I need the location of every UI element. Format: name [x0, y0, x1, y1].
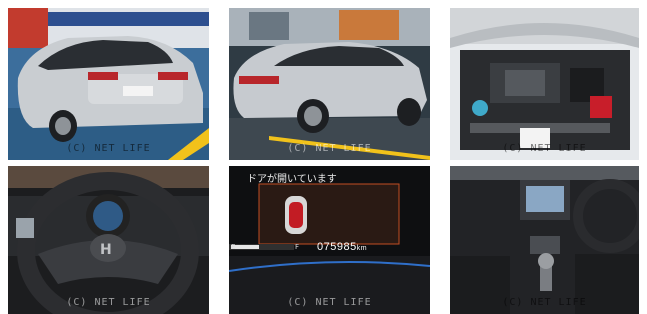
- fuel-empty-label: E: [231, 243, 236, 251]
- photo-car-rear-left[interactable]: (C) NET LIFE: [8, 8, 209, 160]
- photo-gallery: (C) NET LIFE (C) NET LIFE (C) NET LIFE H…: [0, 0, 647, 314]
- photo-car-rear-side[interactable]: (C) NET LIFE: [229, 8, 430, 160]
- console-photo: [450, 166, 639, 314]
- fuel-full-label: F: [295, 243, 300, 251]
- door-open-message: ドアが開いています: [247, 174, 337, 185]
- photo-dashboard-display[interactable]: ドアが開いています E F 075985km (C) NET LIFE: [229, 166, 430, 314]
- photo-center-console[interactable]: (C) NET LIFE: [450, 166, 639, 314]
- car-rear-photo: [8, 8, 209, 160]
- photo-steering-wheel[interactable]: H (C) NET LIFE: [8, 166, 209, 314]
- display-photo: [229, 166, 430, 314]
- svg-text:H: H: [100, 242, 112, 258]
- steering-photo: H: [8, 166, 209, 314]
- engine-photo: [450, 8, 639, 160]
- odometer-unit: km: [356, 245, 368, 252]
- odometer-readout: 075985km: [317, 241, 367, 253]
- car-side-photo: [229, 8, 430, 160]
- odometer-value: 075985: [317, 241, 357, 253]
- photo-engine-bay[interactable]: (C) NET LIFE: [450, 8, 639, 160]
